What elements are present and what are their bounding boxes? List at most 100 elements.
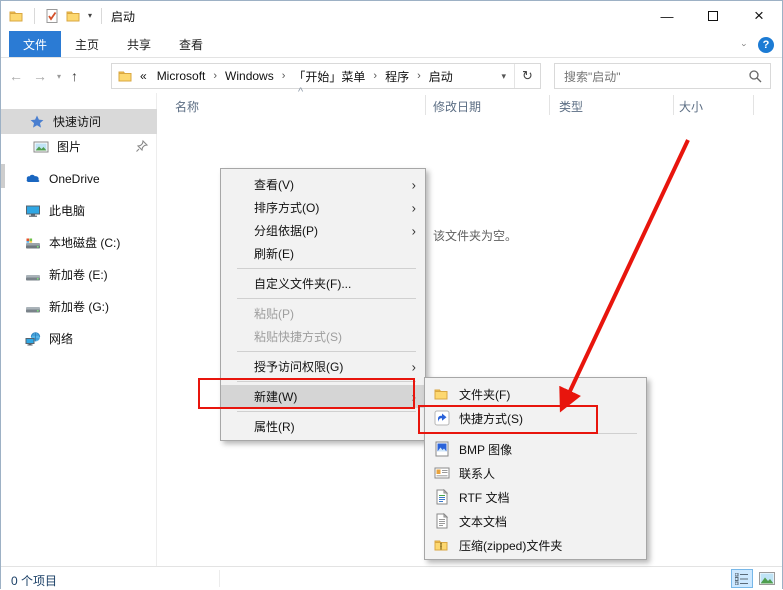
thumbnail-view-button[interactable] (756, 569, 778, 588)
menu-item-group-by[interactable]: 分组依据(P)› (221, 219, 425, 242)
menu-item-label: 属性(R) (254, 418, 295, 435)
breadcrumb-separator-icon[interactable]: › (415, 70, 423, 82)
menu-item-paste: 粘贴(P) (221, 302, 425, 325)
sidebar-item-local-disk-c[interactable]: 本地磁盘 (C:) (1, 230, 157, 255)
search-icon[interactable] (748, 69, 762, 83)
sidebar-item-onedrive[interactable]: OneDrive (1, 166, 157, 191)
breadcrumb-item[interactable]: 启动 (425, 68, 457, 85)
customize-qat-caret-icon[interactable]: ▾ (88, 12, 92, 20)
column-divider[interactable] (753, 95, 754, 115)
sort-ascending-icon: ^ (298, 86, 303, 98)
details-view-button[interactable] (731, 569, 753, 588)
sidebar-item-label: 此电脑 (49, 202, 85, 219)
submenu-item-contact[interactable]: 联系人 (425, 461, 646, 485)
submenu-item-shortcut[interactable]: 快捷方式(S) (425, 406, 646, 430)
menu-item-paste-shortcut: 粘贴快捷方式(S) (221, 325, 425, 348)
sidebar-item-label: 新加卷 (G:) (49, 298, 109, 315)
new-folder-icon[interactable] (66, 8, 82, 24)
expand-ribbon-icon[interactable]: › (740, 43, 750, 46)
maximize-button[interactable] (690, 1, 736, 31)
star-icon (29, 114, 45, 130)
back-icon[interactable]: ← (9, 68, 23, 84)
menu-item-give-access[interactable]: 授予访问权限(G)› (221, 355, 425, 378)
column-headers: ^ 名称 修改日期 类型 大小 (157, 93, 783, 117)
sidebar-item-quick-access[interactable]: 快速访问 (1, 109, 157, 134)
properties-check-icon[interactable] (44, 8, 60, 24)
drive-icon (25, 299, 41, 315)
sidebar-item-pictures[interactable]: 图片 (1, 134, 157, 159)
refresh-icon[interactable]: ↻ (514, 64, 540, 88)
breadcrumb-item[interactable]: 「开始」菜单 (289, 68, 369, 85)
column-header-name[interactable]: 名称 (175, 98, 199, 115)
column-header-date[interactable]: 修改日期 (433, 98, 481, 115)
menu-item-refresh[interactable]: 刷新(E) (221, 242, 425, 265)
sidebar-item-this-pc[interactable]: 此电脑 (1, 198, 157, 223)
breadcrumb-overflow[interactable]: « (136, 69, 151, 83)
folder-icon (118, 68, 134, 84)
breadcrumb-item[interactable]: Microsoft (153, 69, 210, 83)
status-bar: 0 个项目 (1, 566, 782, 590)
menu-item-label: 自定义文件夹(F)... (254, 275, 351, 292)
navigation-toolbar: ← → ▾ ↑ « Microsoft › Windows › 「开始」菜单 ›… (1, 58, 782, 93)
breadcrumb-separator-icon[interactable]: › (280, 70, 288, 82)
menu-item-customize-folder[interactable]: 自定义文件夹(F)... (221, 272, 425, 295)
menu-separator (425, 430, 646, 437)
breadcrumb-item[interactable]: 程序 (381, 68, 413, 85)
menu-item-new[interactable]: 新建(W)› (221, 385, 425, 408)
menu-item-label: 压缩(zipped)文件夹 (459, 537, 562, 554)
breadcrumb-separator-icon[interactable]: › (371, 70, 379, 82)
menu-item-view[interactable]: 查看(V)› (221, 173, 425, 196)
ribbon-tab-bar: 文件 主页 共享 查看 › ? (1, 31, 782, 58)
cloud-icon (25, 171, 41, 187)
search-box[interactable]: 搜索"启动" (554, 63, 771, 89)
menu-item-label: 排序方式(O) (254, 199, 319, 216)
text-document-icon (434, 513, 450, 529)
navigation-pane: 快速访问 图片 OneDrive 此电脑 (1, 93, 157, 566)
up-icon[interactable]: ↑ (71, 68, 78, 84)
tab-file[interactable]: 文件 (9, 31, 61, 57)
submenu-item-zipped-folder[interactable]: 压缩(zipped)文件夹 (425, 533, 646, 557)
menu-item-label: 授予访问权限(G) (254, 358, 343, 375)
forward-icon[interactable]: → (33, 68, 47, 84)
network-icon (25, 331, 41, 347)
computer-icon (25, 203, 41, 219)
new-submenu: 文件夹(F) 快捷方式(S) BMP 图像 联系人 RTF 文档 文本文档 压缩… (424, 377, 647, 560)
menu-separator (221, 408, 425, 415)
submenu-item-rtf-document[interactable]: RTF 文档 (425, 485, 646, 509)
menu-item-label: 新建(W) (254, 388, 297, 405)
folder-icon (434, 386, 450, 402)
address-dropdown-caret-icon[interactable]: ▾ (493, 71, 514, 82)
thumbnail-view-icon (759, 572, 775, 585)
column-divider[interactable] (549, 95, 550, 115)
submenu-item-folder[interactable]: 文件夹(F) (425, 382, 646, 406)
submenu-arrow-icon: › (412, 223, 416, 238)
submenu-item-bmp-image[interactable]: BMP 图像 (425, 437, 646, 461)
breadcrumb-item[interactable]: Windows (221, 69, 278, 83)
breadcrumb-separator-icon[interactable]: › (211, 70, 219, 82)
breadcrumb: « Microsoft › Windows › 「开始」菜单 › 程序 › 启动 (112, 68, 493, 85)
menu-item-label: 刷新(E) (254, 245, 294, 262)
menu-item-properties[interactable]: 属性(R) (221, 415, 425, 438)
help-icon[interactable]: ? (758, 37, 774, 53)
submenu-item-text-document[interactable]: 文本文档 (425, 509, 646, 533)
menu-item-sort-by[interactable]: 排序方式(O)› (221, 196, 425, 219)
tab-view[interactable]: 查看 (165, 31, 217, 57)
column-header-type[interactable]: 类型 (559, 98, 583, 115)
recent-locations-caret-icon[interactable]: ▾ (57, 72, 61, 81)
address-bar[interactable]: « Microsoft › Windows › 「开始」菜单 › 程序 › 启动… (111, 63, 541, 89)
minimize-button[interactable]: — (644, 1, 690, 31)
status-divider (219, 570, 220, 587)
menu-separator (221, 265, 425, 272)
zipped-folder-icon (434, 537, 450, 553)
sidebar-item-network[interactable]: 网络 (1, 326, 157, 351)
sidebar-item-volume-g[interactable]: 新加卷 (G:) (1, 294, 157, 319)
tab-home[interactable]: 主页 (61, 31, 113, 57)
column-divider[interactable] (425, 95, 426, 115)
column-divider[interactable] (673, 95, 674, 115)
sidebar-item-volume-e[interactable]: 新加卷 (E:) (1, 262, 157, 287)
column-header-size[interactable]: 大小 (679, 98, 703, 115)
close-button[interactable]: × (736, 1, 782, 31)
menu-separator (221, 295, 425, 302)
menu-separator (221, 348, 425, 355)
tab-share[interactable]: 共享 (113, 31, 165, 57)
